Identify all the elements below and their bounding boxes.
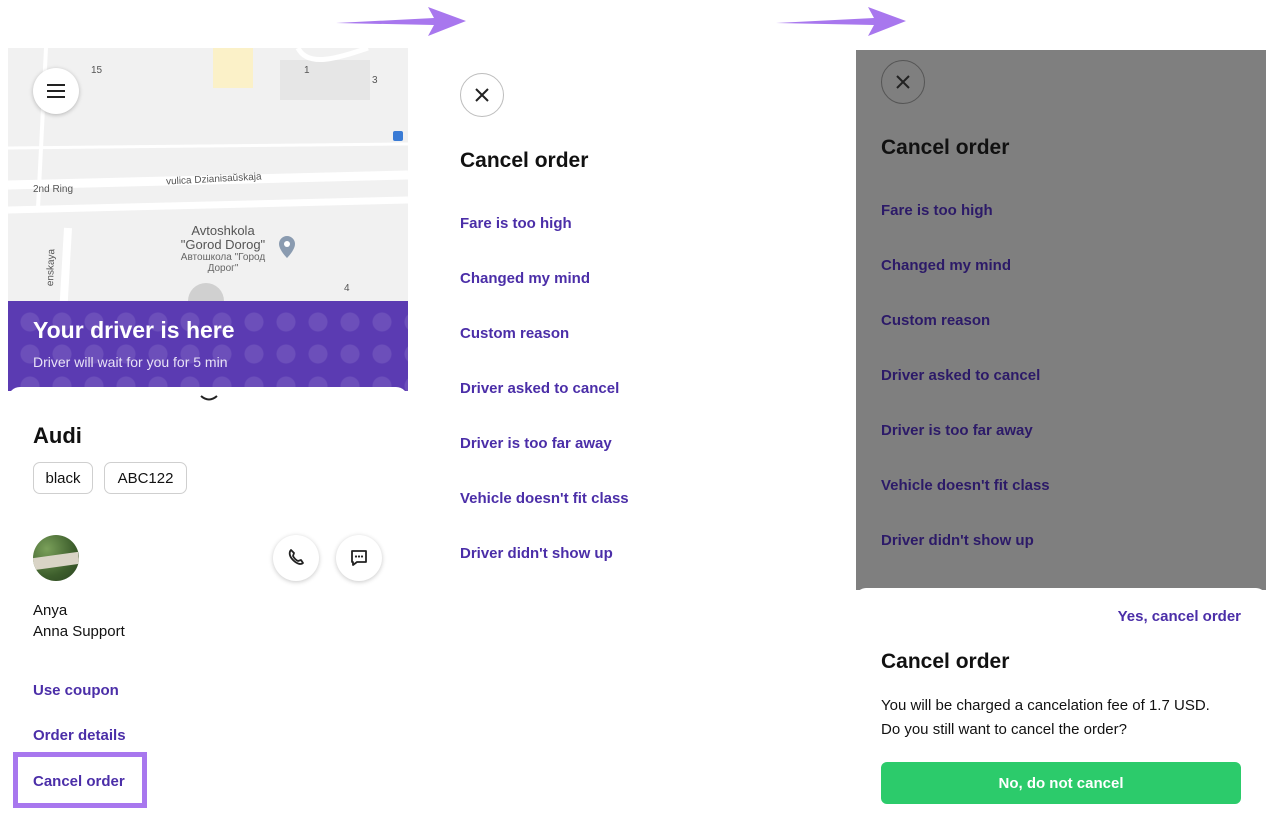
screen-cancel-reasons: Cancel order Fare is too high Changed my… <box>440 48 840 828</box>
reason-driver-asked: Driver asked to cancel <box>881 367 1041 384</box>
confirm-cancel-button[interactable]: Yes, cancel order <box>1118 608 1241 625</box>
banner-title: Your driver is here <box>33 317 235 343</box>
page-title: Cancel order <box>460 149 589 172</box>
reason-custom[interactable]: Custom reason <box>460 325 569 342</box>
menu-button[interactable] <box>33 68 79 114</box>
car-model: Audi <box>33 423 82 448</box>
poi-name: Avtoshkola "Gorod Dorog" <box>180 223 266 252</box>
dialog-title: Cancel order <box>881 650 1010 673</box>
chat-icon <box>351 550 367 566</box>
map-label: enskaya <box>45 248 58 287</box>
reason-driver-far[interactable]: Driver is too far away <box>460 435 612 452</box>
flow-arrow-2 <box>776 7 906 36</box>
flow-arrow-1 <box>336 7 466 36</box>
car-plate-chip: ABC122 <box>104 462 187 494</box>
driver-avatar <box>33 535 79 581</box>
phone-icon <box>288 549 304 565</box>
reason-driver-far: Driver is too far away <box>881 422 1033 439</box>
map-label: 2nd Ring <box>33 184 74 195</box>
chevron-down-icon[interactable] <box>199 394 219 404</box>
close-icon <box>896 75 910 89</box>
driver-status-banner: Your driver is here Driver will wait for… <box>8 301 408 391</box>
reason-no-show[interactable]: Driver didn't show up <box>460 545 613 562</box>
reason-changed-mind: Changed my mind <box>881 257 1012 274</box>
map-label: 15 <box>91 65 103 76</box>
close-icon <box>475 88 489 102</box>
reason-custom: Custom reason <box>881 312 991 329</box>
modal-overlay[interactable]: Cancel order Fare is too high Changed my… <box>856 50 1266 590</box>
reason-driver-asked[interactable]: Driver asked to cancel <box>460 380 619 397</box>
use-coupon-link[interactable]: Use coupon <box>33 682 119 699</box>
reason-changed-mind[interactable]: Changed my mind <box>460 270 590 287</box>
dismiss-cancel-button[interactable]: No, do not cancel <box>881 762 1241 804</box>
close-button <box>881 60 925 104</box>
screen-cancel-confirm: Cancel order Fare is too high Changed my… <box>856 50 1266 828</box>
map-poi[interactable]: Avtoshkola "Gorod Dorog" Автошкола "Горо… <box>173 223 273 275</box>
cancel-confirm-dialog: Yes, cancel order Cancel order You will … <box>856 588 1266 828</box>
order-details-link[interactable]: Order details <box>33 727 126 744</box>
map-label: 4 <box>344 283 350 294</box>
dialog-message: You will be charged a cancelation fee of… <box>881 697 1210 738</box>
hamburger-icon <box>47 84 65 98</box>
map-label: 3 <box>372 75 378 86</box>
reason-vehicle-class: Vehicle doesn't fit class <box>881 477 1050 494</box>
chat-button[interactable] <box>336 535 382 581</box>
reason-fare-too-high: Fare is too high <box>881 202 993 219</box>
car-color-chip: black <box>33 462 93 494</box>
driver-name: Anya <box>33 602 68 619</box>
poi-subtitle: Автошкола "Город Дорог" <box>180 252 266 274</box>
reason-vehicle-class[interactable]: Vehicle doesn't fit class <box>460 490 629 507</box>
reason-fare-too-high[interactable]: Fare is too high <box>460 215 572 232</box>
cancel-order-highlight <box>13 752 147 808</box>
close-button[interactable] <box>460 73 504 117</box>
reason-no-show: Driver didn't show up <box>881 532 1034 549</box>
driver-company: Anna Support <box>33 623 125 640</box>
banner-subtitle: Driver will wait for you for 5 min <box>33 354 228 370</box>
screen-ride-status: 15 1 3 2nd Ring vulica Dzianisaŭskaja 4 … <box>8 48 408 828</box>
page-title: Cancel order <box>881 136 1010 159</box>
map-label: 1 <box>304 65 310 76</box>
call-button[interactable] <box>273 535 319 581</box>
